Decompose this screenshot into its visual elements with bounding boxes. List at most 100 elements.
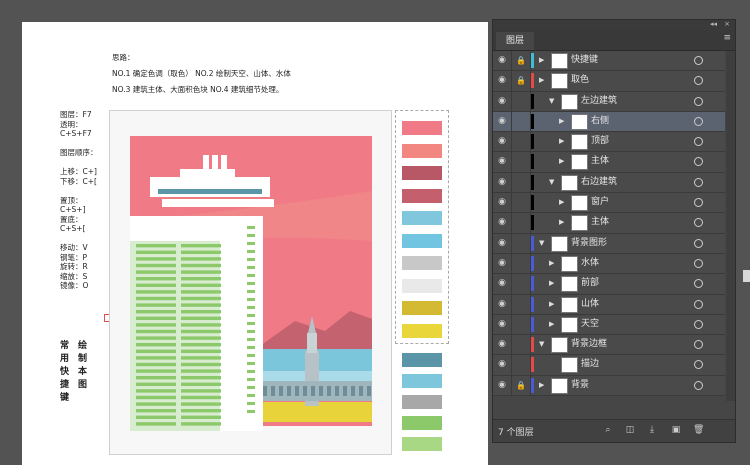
layer-row[interactable]: ◉ 🔒 ▶ 取色: [493, 71, 725, 92]
visibility-eye-icon[interactable]: ◉: [493, 111, 512, 132]
expand-triangle-icon[interactable]: ▶: [549, 274, 554, 293]
layer-row[interactable]: ◉ 描边: [493, 355, 725, 376]
visibility-eye-icon[interactable]: ◉: [493, 253, 512, 274]
illustration[interactable]: [110, 111, 391, 454]
panel-menu-icon[interactable]: ≡: [723, 33, 731, 43]
collapse-icon[interactable]: ◂◂: [710, 20, 717, 28]
layer-row[interactable]: ◉ ▶ 天空: [493, 314, 725, 336]
visibility-eye-icon[interactable]: ◉: [493, 355, 512, 375]
color-swatch[interactable]: [402, 233, 442, 248]
new-sublayer-icon[interactable]: ⤓: [647, 425, 657, 435]
layer-row[interactable]: ◉ ▶ 水体: [493, 253, 725, 275]
visibility-eye-icon[interactable]: ◉: [493, 375, 512, 396]
lock-icon[interactable]: [512, 172, 531, 193]
layer-row[interactable]: ◉ ▶ 山体: [493, 294, 725, 315]
layers-panel[interactable]: ◂◂ × 图层 ≡ ◉ 🔒 ▶ 快捷键 ◉ 🔒 ▶ 取色 ◉ ▼ 左边建筑 ◉ ▶ 右侧 ◉ ▶ 顶部 ◉ ▶ 主体 ◉…: [492, 19, 736, 443]
lock-icon[interactable]: [512, 111, 531, 132]
lock-icon[interactable]: [512, 233, 531, 253]
lock-icon[interactable]: [512, 193, 531, 213]
expand-triangle-icon[interactable]: ▶: [549, 295, 554, 314]
color-swatch[interactable]: [402, 256, 442, 270]
lock-icon[interactable]: 🔒: [512, 375, 531, 396]
layer-row[interactable]: ◉ ▶ 主体: [493, 152, 725, 173]
color-swatch[interactable]: [402, 211, 442, 225]
lock-icon[interactable]: [512, 253, 531, 274]
color-swatch[interactable]: [402, 166, 442, 180]
expand-triangle-icon[interactable]: ▶: [539, 51, 544, 70]
color-swatch[interactable]: [402, 188, 442, 203]
collapse-triangle-icon[interactable]: ▼: [539, 234, 544, 253]
visibility-eye-icon[interactable]: ◉: [493, 51, 512, 71]
make-clipping-mask-icon[interactable]: ◫: [625, 425, 635, 435]
delete-layer-icon[interactable]: 🗑: [693, 425, 704, 435]
lock-icon[interactable]: [512, 274, 531, 294]
layer-row[interactable]: ◉ ▶ 前部: [493, 274, 725, 295]
layer-row[interactable]: ◉ ▼ 背景边框: [493, 335, 725, 356]
collapse-triangle-icon[interactable]: ▼: [549, 173, 554, 192]
visibility-eye-icon[interactable]: ◉: [493, 213, 512, 233]
layer-row[interactable]: ◉ ▼ 左边建筑: [493, 91, 725, 112]
lock-icon[interactable]: 🔒: [512, 71, 531, 91]
expand-triangle-icon[interactable]: ▶: [539, 376, 544, 395]
target-circle-icon[interactable]: [694, 258, 703, 268]
lock-icon[interactable]: [512, 355, 531, 375]
visibility-eye-icon[interactable]: ◉: [493, 193, 512, 213]
layer-row[interactable]: ◉ ▶ 顶部: [493, 132, 725, 153]
target-circle-icon[interactable]: [694, 360, 703, 370]
visibility-eye-icon[interactable]: ◉: [493, 91, 512, 111]
target-circle-icon[interactable]: [694, 279, 703, 289]
expand-triangle-icon[interactable]: ▶: [549, 254, 554, 273]
visibility-eye-icon[interactable]: ◉: [493, 294, 512, 314]
color-swatch[interactable]: [402, 374, 442, 388]
visibility-eye-icon[interactable]: ◉: [493, 335, 512, 355]
color-swatch[interactable]: [402, 437, 442, 451]
target-circle-icon[interactable]: [694, 218, 703, 228]
visibility-eye-icon[interactable]: ◉: [493, 132, 512, 152]
visibility-eye-icon[interactable]: ◉: [493, 172, 512, 193]
color-swatch[interactable]: [402, 353, 442, 367]
expand-triangle-icon[interactable]: ▶: [559, 193, 564, 212]
layer-row[interactable]: ◉ 🔒 ▶ 背景: [493, 375, 725, 397]
visibility-eye-icon[interactable]: ◉: [493, 314, 512, 335]
layer-row[interactable]: ◉ ▼ 右边建筑: [493, 172, 725, 194]
visibility-eye-icon[interactable]: ◉: [493, 274, 512, 294]
target-circle-icon[interactable]: [694, 238, 703, 248]
expand-triangle-icon[interactable]: ▶: [559, 213, 564, 232]
lock-icon[interactable]: [512, 132, 531, 152]
target-circle-icon[interactable]: [694, 116, 703, 126]
visibility-eye-icon[interactable]: ◉: [493, 71, 512, 91]
locate-object-icon[interactable]: ⌕: [603, 425, 613, 435]
layer-row[interactable]: ◉ ▶ 主体: [493, 213, 725, 234]
target-circle-icon[interactable]: [694, 340, 703, 350]
target-circle-icon[interactable]: [694, 96, 703, 106]
target-circle-icon[interactable]: [694, 299, 703, 309]
color-swatch[interactable]: [402, 395, 442, 409]
new-layer-icon[interactable]: ▣: [671, 425, 681, 435]
layer-row[interactable]: ◉ ▶ 右侧: [493, 111, 725, 133]
lock-icon[interactable]: [512, 91, 531, 111]
expand-triangle-icon[interactable]: ▶: [559, 132, 564, 151]
target-circle-icon[interactable]: [694, 157, 703, 167]
collapse-triangle-icon[interactable]: ▼: [549, 92, 554, 111]
illustration-frame[interactable]: [109, 110, 392, 455]
color-swatch[interactable]: [402, 301, 442, 315]
color-swatch[interactable]: [402, 323, 442, 338]
target-circle-icon[interactable]: [694, 319, 703, 329]
layer-row[interactable]: ◉ 🔒 ▶ 快捷键: [493, 51, 725, 72]
lock-icon[interactable]: [512, 335, 531, 355]
visibility-eye-icon[interactable]: ◉: [493, 233, 512, 253]
color-swatch[interactable]: [402, 416, 442, 430]
tab-layers[interactable]: 图层: [496, 32, 534, 50]
color-swatch[interactable]: [402, 143, 442, 158]
expand-triangle-icon[interactable]: ▶: [559, 112, 564, 131]
target-circle-icon[interactable]: [694, 76, 703, 86]
target-circle-icon[interactable]: [694, 137, 703, 147]
lock-icon[interactable]: [512, 152, 531, 172]
target-circle-icon[interactable]: [694, 56, 703, 65]
lock-icon[interactable]: [512, 314, 531, 335]
visibility-eye-icon[interactable]: ◉: [493, 152, 512, 172]
collapse-triangle-icon[interactable]: ▼: [539, 335, 544, 354]
close-icon[interactable]: ×: [724, 20, 730, 28]
lock-icon[interactable]: [512, 213, 531, 233]
layer-row[interactable]: ◉ ▼ 背景图形: [493, 233, 725, 254]
